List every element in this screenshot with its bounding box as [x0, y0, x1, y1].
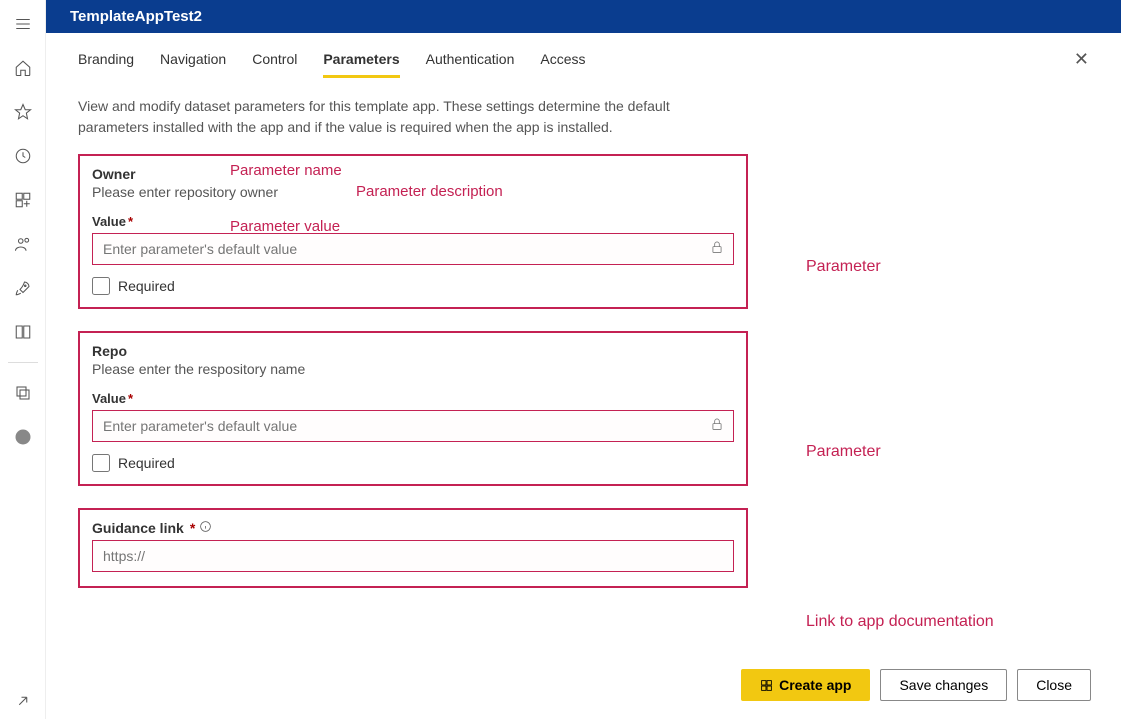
guidance-label: Guidance link* — [92, 520, 212, 536]
tabs: Branding Navigation Control Parameters A… — [78, 47, 1089, 78]
annotation-parameter-1: Parameter — [806, 258, 881, 276]
page-description: View and modify dataset parameters for t… — [78, 96, 738, 138]
lock-icon[interactable] — [710, 417, 724, 434]
value-input-repo[interactable] — [92, 410, 734, 442]
annotation-param-desc: Parameter description — [356, 183, 503, 200]
rocket-icon[interactable] — [5, 270, 41, 306]
param-name-owner: Owner — [92, 166, 136, 182]
value-input-owner[interactable] — [92, 233, 734, 265]
people-icon[interactable] — [5, 226, 41, 262]
left-rail — [0, 0, 46, 719]
copy-icon[interactable] — [5, 375, 41, 411]
star-icon[interactable] — [5, 94, 41, 130]
value-label-repo: Value* — [92, 391, 734, 406]
title-bar: TemplateAppTest2 — [46, 0, 1121, 33]
close-icon[interactable]: ✕ — [1074, 49, 1089, 70]
annotation-param-name: Parameter name — [230, 162, 342, 179]
create-app-button[interactable]: Create app — [741, 669, 870, 701]
hamburger-icon[interactable] — [5, 6, 41, 42]
required-checkbox-repo[interactable]: Required — [92, 454, 734, 472]
save-changes-button[interactable]: Save changes — [880, 669, 1007, 701]
param-name-repo: Repo — [92, 343, 127, 359]
workspace-avatar-icon[interactable] — [5, 419, 41, 455]
app-title: TemplateAppTest2 — [70, 8, 202, 25]
parameter-block-owner: Parameter name Parameter description Par… — [78, 154, 748, 309]
tab-control[interactable]: Control — [252, 47, 297, 78]
parameter-block-repo: Repo Please enter the respository name V… — [78, 331, 748, 486]
home-icon[interactable] — [5, 50, 41, 86]
annotation-link: Link to app documentation — [806, 613, 994, 631]
guidance-input[interactable] — [92, 540, 734, 572]
lock-icon[interactable] — [710, 240, 724, 257]
value-label-owner: Value* — [92, 214, 734, 229]
info-icon[interactable] — [199, 520, 212, 536]
close-button[interactable]: Close — [1017, 669, 1091, 701]
content-area: ✕ Branding Navigation Control Parameters… — [46, 33, 1121, 719]
required-checkbox-owner[interactable]: Required — [92, 277, 734, 295]
apps-icon[interactable] — [5, 182, 41, 218]
tab-navigation[interactable]: Navigation — [160, 47, 226, 78]
book-icon[interactable] — [5, 314, 41, 350]
tab-parameters[interactable]: Parameters — [323, 47, 399, 78]
param-desc-repo: Please enter the respository name — [92, 361, 734, 377]
clock-icon[interactable] — [5, 138, 41, 174]
tab-branding[interactable]: Branding — [78, 47, 134, 78]
annotation-parameter-2: Parameter — [806, 443, 881, 461]
main-area: TemplateAppTest2 ✕ Branding Navigation C… — [46, 0, 1121, 719]
tab-authentication[interactable]: Authentication — [426, 47, 515, 78]
bottom-bar: Create app Save changes Close — [741, 669, 1091, 701]
tab-access[interactable]: Access — [540, 47, 585, 78]
expand-icon[interactable] — [5, 683, 41, 719]
guidance-block: Guidance link* — [78, 508, 748, 588]
